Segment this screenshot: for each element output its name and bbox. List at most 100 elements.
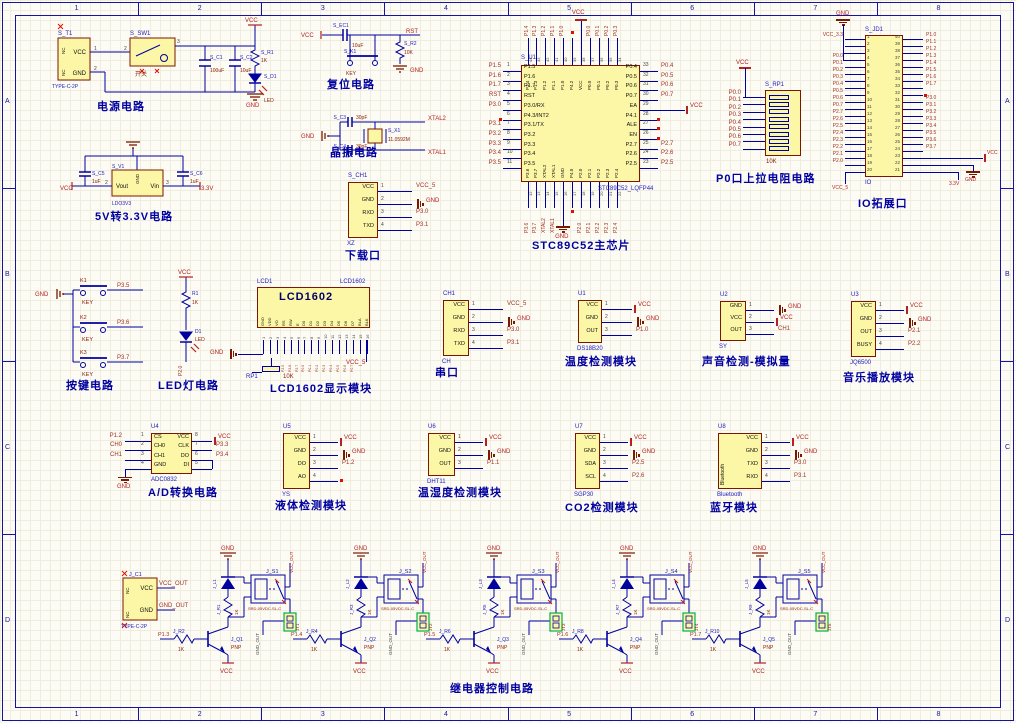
io-net: P2.5 — [832, 123, 843, 129]
relay-diode-designator: J_L3 — [478, 579, 483, 589]
crystal-title: 晶振电路 — [330, 147, 378, 159]
serial-pin-name: TXD — [454, 341, 465, 347]
wire — [580, 20, 582, 38]
lcd-pin-num: 9 — [316, 336, 322, 339]
no-connect-mark — [657, 127, 660, 131]
adc-pin-num: 3 — [141, 450, 144, 457]
wire — [845, 109, 865, 110]
pullup-net-vcc: VCC — [736, 60, 749, 66]
relay-unit[interactable]: GND J_L3 J_R5 1K J_S3 SRD-05VDC-SL-C VCC… — [424, 543, 566, 675]
lcd-pin-num: 5 — [288, 336, 294, 339]
wire — [332, 340, 333, 354]
crystal-circuit[interactable]: GND S_C3 30pF S_C4 30pF S_X1 11.0592M XT… — [300, 112, 475, 158]
mcu-pin-name: XTAL1 — [551, 164, 557, 178]
co2-pin-num: 1 — [603, 434, 606, 440]
mcu-pin-num: 18 — [580, 191, 586, 196]
net-xtal2: XTAL2 — [428, 116, 447, 122]
mcu-pin-name: P3.0/RX — [524, 102, 545, 109]
zone-number-top: 6 — [690, 5, 695, 12]
serial-net: GND — [517, 316, 531, 322]
wire — [743, 134, 765, 135]
humidity-pin-num: 2 — [458, 447, 461, 453]
mcu-pin-num: 32 — [643, 71, 649, 78]
c2-value: 10uF — [240, 68, 251, 74]
relay-input-net: P1.4 — [291, 632, 302, 638]
relay-unit[interactable]: GND J_L1 J_R1 1K J_S1 SRD-05VDC-SL-C VCC… — [158, 543, 300, 675]
power-title: 电源电路 — [97, 101, 145, 113]
mcu-net: P3.0 — [488, 101, 501, 108]
c1-value: 100uF — [210, 68, 224, 74]
io-net: P1.6 — [926, 74, 937, 80]
relay-q-type: PNP — [364, 645, 375, 651]
gnd-icon — [911, 320, 913, 326]
lcd-pin-name: D1 — [308, 320, 314, 326]
r1-value: 1K — [192, 300, 199, 306]
pullup-net: P0.0 — [728, 90, 741, 96]
gnd-icon — [914, 321, 916, 325]
c6-designator: S_C6 — [190, 171, 203, 177]
relay-unit[interactable]: GND J_L5 J_R9 1K J_S5 SRD-05VDC-SL-C VCC… — [690, 543, 832, 675]
mcu-net: XTAL2 — [541, 218, 548, 233]
ldo-circuit[interactable]: S_V1 Vout Vin GND LDO3V3 2 3 S_C5 1uF S_… — [60, 138, 213, 213]
relay-q-type: PNP — [497, 645, 508, 651]
relay-net-gnd-out: GND_OUT — [521, 633, 526, 655]
wire — [845, 95, 865, 96]
humidity-pin-num: 1 — [458, 434, 461, 440]
wire — [903, 81, 923, 82]
adc-pin-num: 1 — [141, 432, 144, 438]
pullup-resistor — [769, 124, 789, 130]
mcu-net: P2.1 — [585, 222, 592, 233]
lcd-data-net: P2.6 — [287, 364, 292, 372]
relay-part: SRD-05VDC-SL-C — [381, 606, 414, 611]
download-net: P3.0 — [416, 209, 429, 215]
adc-net-gnd: GND — [117, 483, 131, 490]
wire — [746, 334, 774, 335]
mcu-net: XTAL1 — [550, 218, 557, 233]
io-pin-num: 36 — [894, 62, 900, 67]
relay-net-vcc: VCC — [619, 669, 632, 675]
humidity-part: DHT11 — [427, 479, 446, 485]
adc-pin-name: DO — [180, 452, 189, 459]
relay-unit[interactable]: GND J_L2 J_R3 1K J_S2 SRD-05VDC-SL-C VCC… — [291, 543, 433, 675]
io-net: P2.7 — [832, 109, 843, 115]
mcu-pin-num: 41 — [554, 57, 560, 62]
wire — [903, 88, 923, 89]
humidity-designator: U6 — [428, 424, 436, 430]
gnd-icon — [345, 452, 347, 458]
zone-divider — [384, 707, 386, 720]
mcu-pin-num: 14 — [545, 191, 551, 196]
music-net: VCC — [910, 303, 923, 309]
io-pin-num: 20 — [867, 167, 873, 172]
vcc-icon — [776, 318, 778, 326]
key-circuit[interactable]: GND K1 KEY P3.5 K2 KEY P3.6 K3 KEY P3.7 — [35, 276, 150, 380]
relay-diode-designator: J_L4 — [611, 579, 616, 589]
lcd-pot-designator: RP1 — [246, 374, 258, 380]
wire — [845, 137, 865, 138]
download-pin-name: GND — [361, 197, 374, 203]
wire — [310, 442, 338, 443]
zone-divider — [2, 534, 15, 535]
io-net: P0.7 — [832, 102, 843, 108]
io-net: P2.4 — [832, 130, 843, 136]
relay-unit[interactable]: GND J_L4 J_R7 1K J_S4 SRD-05VDC-SL-C VCC… — [557, 543, 699, 675]
power-circuit[interactable]: S_T1 VCC GND NC NC TYPE-C-2P 1 2 S_SW1 开… — [40, 12, 300, 109]
gnd-icon — [638, 453, 640, 457]
zone-letter-right: A — [1005, 97, 1010, 105]
reset-circuit[interactable]: VCC S_EC1 10uF S_K1 KEY S_R2 10K RST GND — [300, 20, 470, 78]
serial-title: 串口 — [435, 367, 459, 379]
wire — [903, 60, 923, 61]
liquid-title: 液体检测模块 — [275, 500, 347, 512]
io-pin-num: 32 — [894, 90, 900, 95]
temp-pin-name: GND — [585, 315, 598, 321]
lcd-pin-name: BLA — [356, 318, 362, 326]
io-pin-num: 13 — [867, 118, 873, 123]
wire — [263, 340, 264, 354]
lcd-data-net: P0.0 — [301, 364, 306, 372]
wire — [600, 481, 628, 482]
wire — [876, 336, 904, 337]
music-net: P2.2 — [908, 341, 921, 347]
bluetooth-title: 蓝牙模块 — [710, 502, 758, 514]
relay-title: 继电器控制电路 — [450, 683, 534, 695]
led-circuit[interactable]: VCC R1 1K D1 LED P2.0 — [168, 266, 228, 378]
mcu-net: P1.4 — [523, 25, 530, 36]
